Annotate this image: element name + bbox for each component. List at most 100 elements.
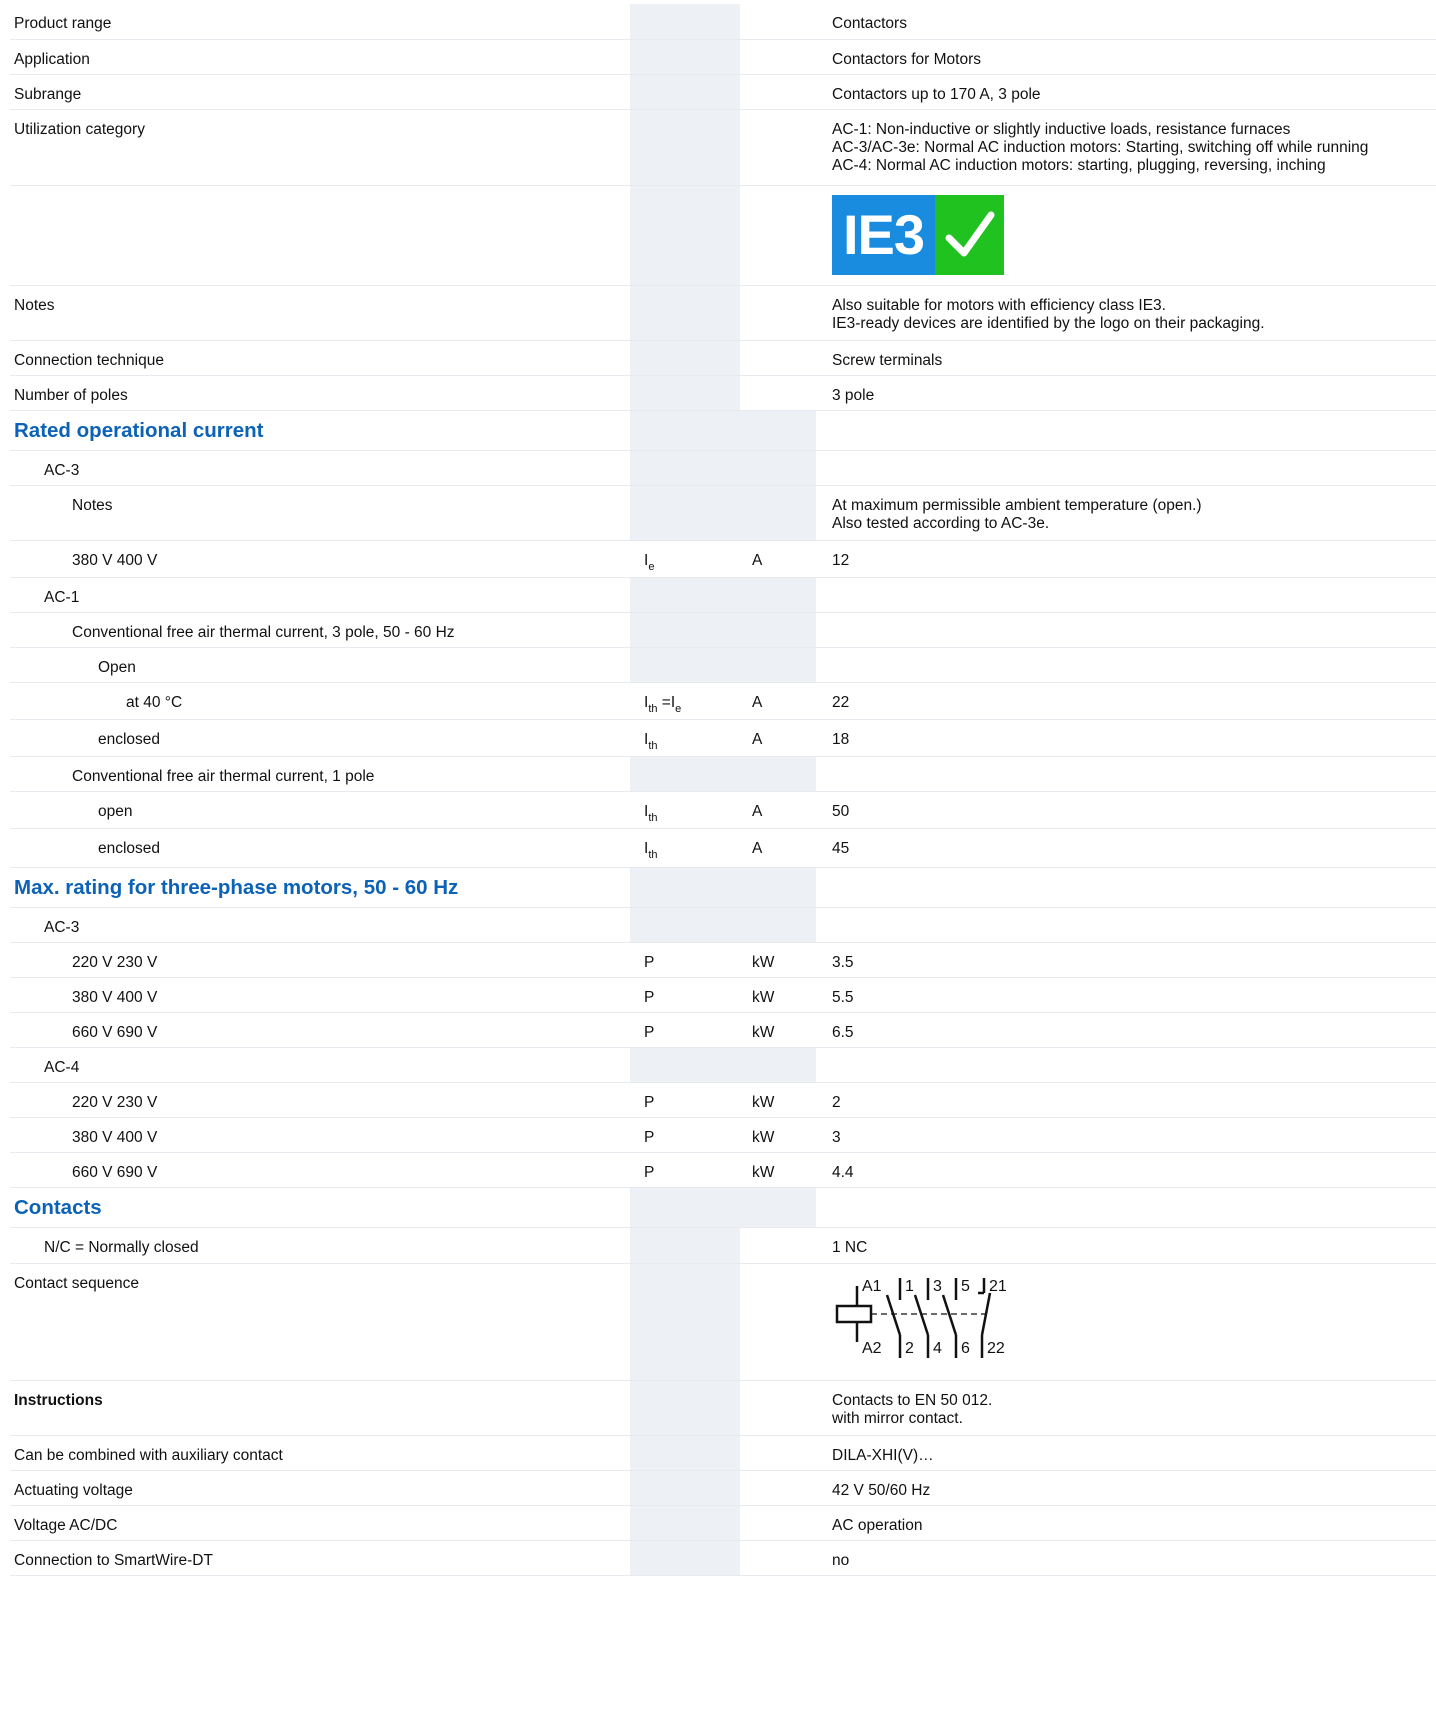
row-label: Open [98, 659, 136, 676]
row-value: 45 [832, 840, 850, 857]
row-max-ac3-220v: 220 V 230 V P kW 3.5 [10, 943, 1436, 978]
row-label: Notes [72, 497, 113, 514]
row-label: N/C = Normally closed [44, 1239, 199, 1256]
row-label: Conventional free air thermal current, 1… [72, 768, 375, 785]
row-value: Screw terminals [832, 352, 943, 369]
row-symbol: P [644, 1164, 655, 1181]
row-ac3-380v: 380 V 400 V Ie A 12 [10, 541, 1436, 578]
row-conv-3pole: Conventional free air thermal current, 3… [10, 613, 1436, 648]
row-label: Utilization category [14, 121, 145, 138]
row-utilization: Utilization category AC-1: Non-inductive… [10, 110, 1436, 186]
row-value: Contactors for Motors [832, 51, 982, 68]
svg-text:5: 5 [961, 1278, 970, 1295]
row-enclosed-1pole: enclosed Ith A 45 [10, 829, 1436, 868]
row-unit: kW [752, 1094, 775, 1111]
row-notes: Notes Also suitable for motors with effi… [10, 286, 1436, 341]
row-label: Instructions [14, 1392, 103, 1409]
svg-text:A2: A2 [862, 1340, 882, 1357]
row-ac1: AC-1 [10, 578, 1436, 613]
section-title: Rated operational current [14, 419, 264, 442]
row-value: DILA-XHI(V)… [832, 1447, 934, 1464]
svg-text:6: 6 [961, 1340, 970, 1357]
row-label: Can be combined with auxiliary contact [14, 1447, 283, 1464]
row-unit: kW [752, 1024, 775, 1041]
row-smartwire: Connection to SmartWire-DT no [10, 1541, 1436, 1576]
row-poles: Number of poles 3 pole [10, 376, 1436, 411]
row-label: 220 V 230 V [72, 954, 158, 971]
row-instructions: Instructions Contacts to EN 50 012. with… [10, 1381, 1436, 1436]
row-label: enclosed [98, 731, 161, 748]
row-ac3-notes: Notes At maximum permissible ambient tem… [10, 486, 1436, 541]
row-unit: A [752, 840, 763, 857]
row-label: at 40 °C [126, 694, 183, 711]
row-max-ac4-220v: 220 V 230 V P kW 2 [10, 1083, 1436, 1118]
row-at-40c: at 40 °C Ith =Ie A 22 [10, 683, 1436, 720]
row-label: 220 V 230 V [72, 1094, 158, 1111]
row-label: Actuating voltage [14, 1482, 133, 1499]
row-symbol: P [644, 1094, 655, 1111]
row-label: AC-4 [44, 1059, 80, 1076]
row-unit: kW [752, 1164, 775, 1181]
row-label: Subrange [14, 86, 82, 103]
row-unit: kW [752, 954, 775, 971]
svg-text:4: 4 [933, 1340, 942, 1357]
row-symbol: Ith [644, 840, 658, 861]
check-icon [935, 195, 1004, 275]
row-value: 1 NC [832, 1239, 868, 1256]
row-max-ac3-660v: 660 V 690 V P kW 6.5 [10, 1013, 1436, 1048]
row-label: 380 V 400 V [72, 1129, 158, 1146]
row-open-1pole: open Ith A 50 [10, 792, 1436, 829]
row-symbol: Ith [644, 803, 658, 824]
section-title: Contacts [14, 1196, 102, 1219]
row-max-ac3: AC-3 [10, 908, 1436, 943]
svg-text:A1: A1 [862, 1278, 882, 1295]
row-label: Conventional free air thermal current, 3… [72, 624, 455, 641]
row-max-ac4-660v: 660 V 690 V P kW 4.4 [10, 1153, 1436, 1188]
row-value: 3 [832, 1129, 841, 1146]
row-value: 3 pole [832, 387, 875, 404]
row-ie3-logo: IE3 [10, 186, 1436, 286]
row-value: 4.4 [832, 1164, 854, 1181]
row-label: Connection technique [14, 352, 164, 369]
row-value: Contacts to EN 50 012. with mirror conta… [832, 1392, 993, 1427]
row-actuating-voltage: Actuating voltage 42 V 50/60 Hz [10, 1471, 1436, 1506]
spec-table: Product range Contactors Application Con… [10, 0, 1436, 1576]
row-value: Also suitable for motors with efficiency… [832, 297, 1265, 332]
row-value: no [832, 1552, 850, 1569]
row-value: 5.5 [832, 989, 854, 1006]
row-symbol: P [644, 1129, 655, 1146]
row-value: 3.5 [832, 954, 854, 971]
row-value: AC operation [832, 1517, 923, 1534]
row-value: 50 [832, 803, 850, 820]
row-value: 2 [832, 1094, 841, 1111]
row-value: 22 [832, 694, 850, 711]
row-symbol: P [644, 1024, 655, 1041]
row-value: Contactors [832, 15, 907, 32]
row-label: Notes [14, 297, 55, 314]
row-max-ac4-380v: 380 V 400 V P kW 3 [10, 1118, 1436, 1153]
row-label: Product range [14, 15, 112, 32]
row-label: AC-3 [44, 462, 80, 479]
svg-text:22: 22 [987, 1340, 1005, 1357]
row-value: 12 [832, 552, 850, 569]
row-label: enclosed [98, 840, 161, 857]
row-aux-contact: Can be combined with auxiliary contact D… [10, 1436, 1436, 1471]
row-symbol: P [644, 989, 655, 1006]
row-contact-sequence: Contact sequence A1 A2 1 2 3 4 5 6 21 22 [10, 1264, 1436, 1381]
row-enclosed-3pole: enclosed Ith A 18 [10, 720, 1436, 757]
section-title: Max. rating for three-phase motors, 50 -… [14, 876, 459, 899]
row-subrange: Subrange Contactors up to 170 A, 3 pole [10, 75, 1436, 110]
row-max-ac4: AC-4 [10, 1048, 1436, 1083]
row-unit: A [752, 694, 763, 711]
section-heading-contacts: Contacts [10, 1188, 1436, 1228]
svg-text:21: 21 [989, 1278, 1007, 1295]
row-connection: Connection technique Screw terminals [10, 341, 1436, 376]
row-voltage-acdc: Voltage AC/DC AC operation [10, 1506, 1436, 1541]
row-application: Application Contactors for Motors [10, 40, 1436, 75]
row-value: 6.5 [832, 1024, 854, 1041]
row-product-range: Product range Contactors [10, 4, 1436, 40]
row-label: AC-3 [44, 919, 80, 936]
row-conv-1pole: Conventional free air thermal current, 1… [10, 757, 1436, 792]
row-label: Voltage AC/DC [14, 1517, 118, 1534]
row-value: AC-1: Non-inductive or slightly inductiv… [832, 121, 1369, 174]
